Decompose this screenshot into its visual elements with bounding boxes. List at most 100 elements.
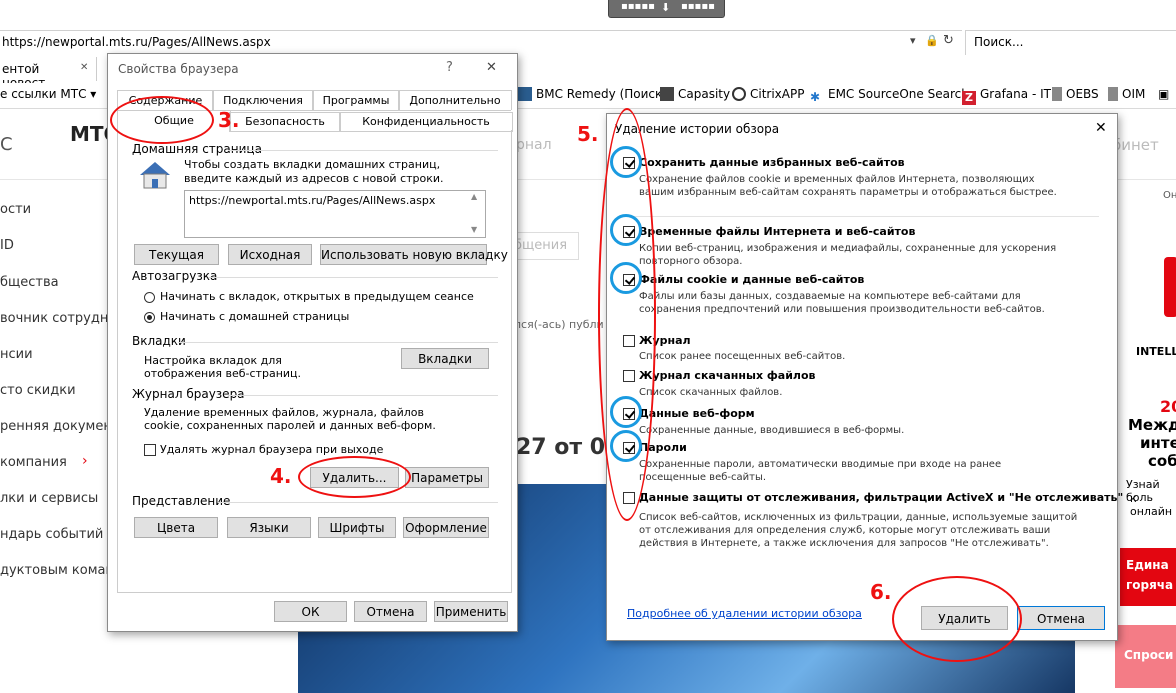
close-icon[interactable]: ✕ xyxy=(1095,120,1107,136)
grafana-icon: Z xyxy=(962,91,976,105)
promo-red-box[interactable]: Едина горяча xyxy=(1120,548,1176,606)
colors-button[interactable]: Цвета xyxy=(134,517,218,538)
use-current-button[interactable]: Текущая xyxy=(134,244,219,265)
item-title[interactable]: Файлы cookie и данные веб-сайтов xyxy=(639,273,864,286)
item-title[interactable]: Временные файлы Интернета и веб-сайтов xyxy=(639,225,915,238)
ad-line1: Между xyxy=(1128,416,1176,434)
item-title[interactable]: Сохранить данные избранных веб-сайтов xyxy=(639,156,905,169)
sidebar-item[interactable]: ости xyxy=(0,202,31,217)
item-description: Файлы или базы данных, создаваемые на ко… xyxy=(639,291,1045,315)
search-placeholder[interactable]: Поиск... xyxy=(974,35,1023,49)
lock-icon[interactable]: 🔒 xyxy=(925,34,939,47)
promo-pink-text: Спроси xyxy=(1124,648,1174,662)
item-description: Сохраненные данные, вводившиеся в веб-фо… xyxy=(639,425,905,436)
chevron-right-icon: › xyxy=(82,453,88,469)
oebs-icon xyxy=(1052,87,1062,101)
sidebar-item[interactable]: ндарь событий xyxy=(0,527,103,542)
close-icon[interactable]: ✕ xyxy=(486,60,497,75)
home-url-textarea[interactable]: https://newportal.mts.ru/Pages/AllNews.a… xyxy=(184,190,486,238)
learn-more-link[interactable]: Подробнее об удалении истории обзора xyxy=(627,607,862,620)
tabs-settings-button[interactable]: Вкладки xyxy=(401,348,489,369)
grip-icon-2: ▪▪▪▪▪ xyxy=(681,1,715,12)
logo-partial: С xyxy=(0,134,13,155)
citrix-icon xyxy=(732,87,746,101)
tab-connections[interactable]: Подключения xyxy=(212,90,314,110)
use-default-button[interactable]: Исходная xyxy=(228,244,312,265)
favorite-bmc[interactable]: BMC Remedy (Поиск) xyxy=(518,87,667,101)
pin-down-icon: ⬇ xyxy=(661,1,671,14)
cancel-button[interactable]: Отмена xyxy=(354,601,427,622)
item-title[interactable]: Журнал скачанных файлов xyxy=(639,369,816,382)
appearance-group-label: Представление xyxy=(132,494,231,508)
tab-privacy[interactable]: Конфиденциальность xyxy=(339,112,513,132)
use-new-tab-button[interactable]: Использовать новую вкладку xyxy=(320,244,508,265)
tab-security[interactable]: Безопасность xyxy=(229,112,341,132)
ad-year: 20 xyxy=(1160,397,1176,416)
startup-opt1-label[interactable]: Начинать с вкладок, открытых в предыдуще… xyxy=(160,290,474,303)
favorite-emc[interactable]: ✱ EMC SourceOne Search xyxy=(810,87,969,104)
favorite-citrix[interactable]: CitrixAPP xyxy=(732,87,804,101)
home-icon xyxy=(140,162,170,189)
sidebar-item[interactable]: ID xyxy=(0,238,14,253)
search-box[interactable]: Поиск... xyxy=(965,30,1176,56)
favorite-oebs[interactable]: OEBS xyxy=(1052,87,1099,101)
divider xyxy=(208,277,498,278)
startup-opt2-label[interactable]: Начинать с домашней страницы xyxy=(160,310,349,323)
annotation-highlight-checkbox xyxy=(610,430,642,462)
item-title[interactable]: Данные веб-форм xyxy=(639,407,755,420)
startup-radio-previous[interactable] xyxy=(144,292,155,303)
sidebar-item[interactable]: вочник сотрудн xyxy=(0,311,108,326)
delete-on-exit-checkbox[interactable] xyxy=(144,444,156,456)
history-settings-button[interactable]: Параметры xyxy=(405,467,489,488)
dropdown-icon[interactable]: ▾ xyxy=(910,34,916,47)
nav-partial[interactable]: рнал xyxy=(516,137,552,153)
home-description: Чтобы создать вкладки домашних страниц, … xyxy=(184,158,444,185)
refresh-icon[interactable]: ↻ xyxy=(943,33,954,48)
apply-button[interactable]: Применить xyxy=(434,601,508,622)
accessibility-button[interactable]: Оформление xyxy=(403,517,489,538)
sidebar-item[interactable]: нсии xyxy=(0,347,33,362)
search-field-partial[interactable]: бщения xyxy=(514,232,579,260)
home-url-text: https://newportal.mts.ru/Pages/AllNews.a… xyxy=(189,194,436,207)
scroll-up-icon[interactable]: ▲ xyxy=(471,192,477,201)
favorites-folder[interactable]: е ссылки МТС ▾ xyxy=(0,87,96,101)
oim-icon xyxy=(1108,87,1118,101)
emc-icon: ✱ xyxy=(810,90,821,104)
annotation-circle-delete xyxy=(298,456,411,498)
sidebar-item[interactable]: бщества xyxy=(0,275,59,290)
address-text[interactable]: https://newportal.mts.ru/Pages/AllNews.a… xyxy=(2,35,271,49)
cabinet-partial[interactable]: бинет xyxy=(1112,136,1159,154)
remote-toolbar-grabber[interactable]: ▪▪▪▪▪ ⬇ ▪▪▪▪▪ xyxy=(608,0,725,18)
help-icon[interactable]: ? xyxy=(446,60,453,75)
cancel-button[interactable]: Отмена xyxy=(1017,606,1105,630)
sidebar-item[interactable]: сто скидки xyxy=(0,383,76,398)
ok-button[interactable]: ОК xyxy=(274,601,347,622)
right-top-partial: Он xyxy=(1163,190,1176,201)
ad-line3: соб xyxy=(1148,452,1176,470)
sidebar-item[interactable]: ренняя документ xyxy=(0,419,119,434)
favorite-oim[interactable]: OIM xyxy=(1108,87,1145,101)
item-title[interactable]: Данные защиты от отслеживания, фильтраци… xyxy=(639,491,1123,504)
fonts-button[interactable]: Шрифты xyxy=(318,517,396,538)
ad-brand: INTELL xyxy=(1136,345,1176,358)
scroll-down-icon[interactable]: ▼ xyxy=(471,225,477,234)
languages-button[interactable]: Языки xyxy=(227,517,311,538)
tabs-group-label: Вкладки xyxy=(132,334,186,348)
startup-radio-home[interactable] xyxy=(144,312,155,323)
tab-advanced[interactable]: Дополнительно xyxy=(398,90,512,110)
sidebar-item[interactable]: лки и сервисы xyxy=(0,491,98,506)
tab-programs[interactable]: Программы xyxy=(312,90,400,110)
sidebar-item[interactable]: компания xyxy=(0,455,67,470)
favorites-more-icon[interactable]: ▣ xyxy=(1158,87,1169,101)
favorite-capasity[interactable]: Capasity xyxy=(660,87,730,101)
annotation-circle-delete-final xyxy=(892,576,1022,662)
divider xyxy=(621,216,1099,217)
close-tab-icon[interactable]: ✕ xyxy=(80,62,88,73)
item-description: Сохраненные пароли, автоматически вводим… xyxy=(639,459,1002,483)
favorite-grafana[interactable]: Z Grafana - IT xyxy=(962,87,1051,105)
promo-pink-box[interactable]: Спроси xyxy=(1115,625,1176,688)
delete-on-exit-label[interactable]: Удалять журнал браузера при выходе xyxy=(160,443,383,456)
sidebar-item[interactable]: дуктовым команд xyxy=(0,563,123,578)
window-top-strip xyxy=(0,0,1176,30)
ad-banner[interactable]: INTELL 20 Между инте соб Узнай боль к он… xyxy=(1118,212,1176,532)
